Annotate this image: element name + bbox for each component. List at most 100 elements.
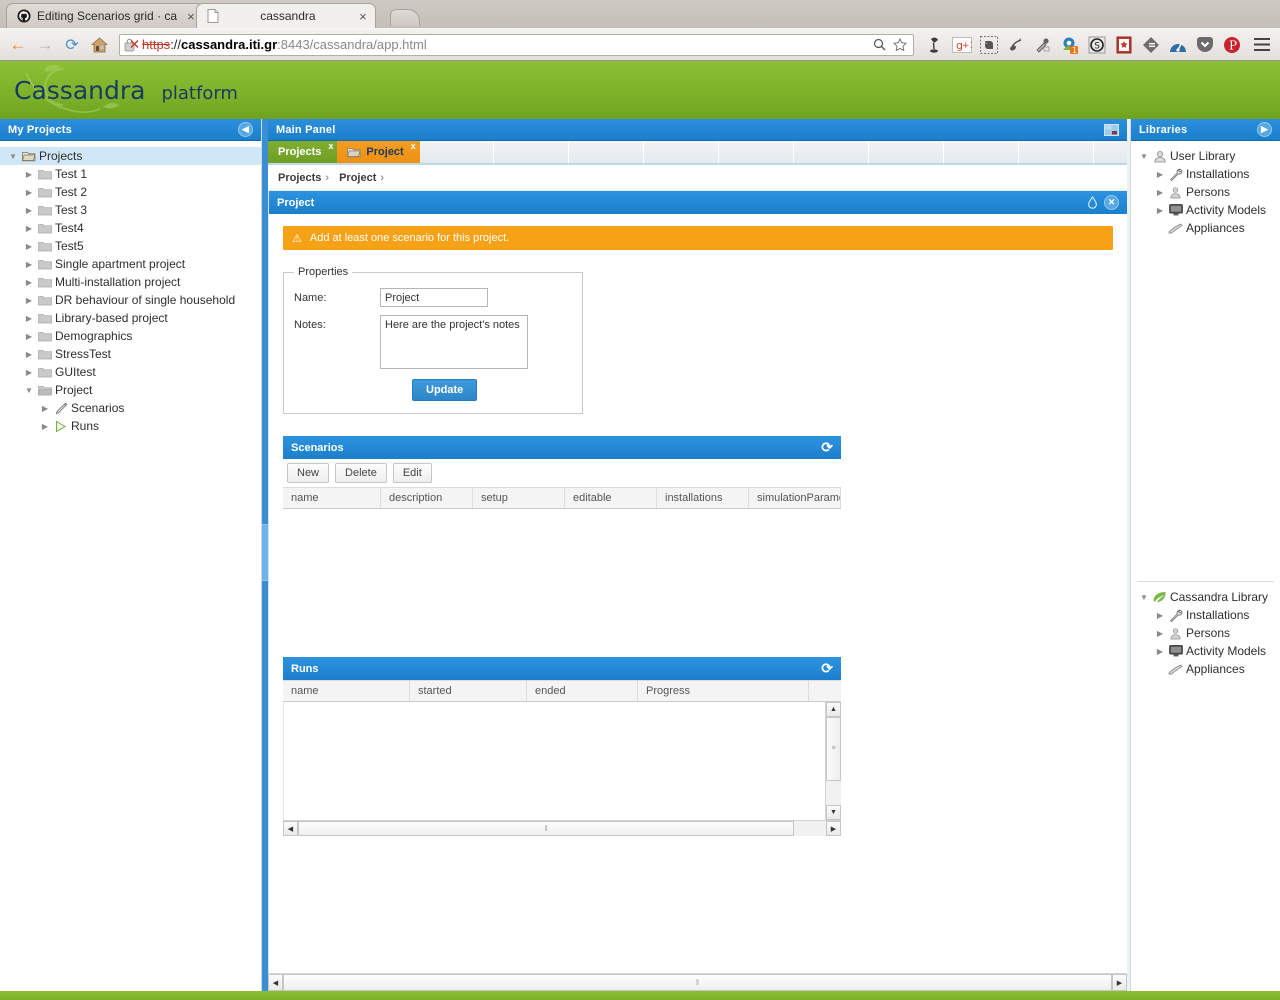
twisty-collapsed-icon[interactable]: ▶: [38, 404, 52, 413]
url-bar[interactable]: https://cassandra.iti.gr:8443/cassandra/…: [119, 34, 914, 56]
magnifier-icon[interactable]: [870, 36, 888, 54]
update-button[interactable]: Update: [412, 379, 477, 401]
column-header-description[interactable]: description: [381, 488, 473, 508]
tab-project[interactable]: Project x: [337, 141, 419, 163]
tree-item-persons[interactable]: ▶Persons: [1131, 183, 1280, 201]
scroll-down-button[interactable]: ▼: [826, 805, 841, 820]
google-plus-one-icon[interactable]: g+1: [949, 32, 975, 58]
twisty-expanded-icon[interactable]: ▼: [1137, 152, 1151, 161]
breadcrumb-project[interactable]: Project: [339, 172, 376, 184]
tree-item-installations[interactable]: ▶Installations: [1131, 606, 1280, 624]
twisty-collapsed-icon[interactable]: ▶: [1153, 611, 1167, 620]
tree-item-test-2[interactable]: ▶Test 2: [0, 183, 261, 201]
twisty-collapsed-icon[interactable]: ▶: [22, 260, 36, 269]
twisty-collapsed-icon[interactable]: ▶: [22, 188, 36, 197]
scroll-thumb-h[interactable]: ‖: [298, 821, 794, 836]
scroll-track-h[interactable]: ‖: [298, 821, 826, 836]
speedometer-icon[interactable]: [1165, 32, 1191, 58]
bug-icon[interactable]: [1003, 32, 1029, 58]
twisty-collapsed-icon[interactable]: ▶: [1153, 170, 1167, 179]
window-icon[interactable]: [1104, 124, 1119, 136]
tree-item-stresstest[interactable]: ▶StressTest: [0, 345, 261, 363]
scroll-left-button[interactable]: ◀: [283, 821, 298, 836]
browser-tab-editing-scenarios[interactable]: Editing Scenarios grid · ca ×: [6, 3, 204, 28]
blue-gear-icon[interactable]: 1: [1057, 32, 1083, 58]
main-panel-horizontal-scrollbar[interactable]: ◀ ‖ ▶: [268, 973, 1127, 991]
lamp-icon[interactable]: [922, 32, 948, 58]
scroll-thumb[interactable]: ≡: [826, 717, 841, 781]
forward-button[interactable]: →: [33, 33, 57, 57]
tree-item-test4[interactable]: ▶Test4: [0, 219, 261, 237]
twisty-collapsed-icon[interactable]: ▶: [22, 368, 36, 377]
twisty-collapsed-icon[interactable]: ▶: [22, 314, 36, 323]
url-text[interactable]: https://cassandra.iti.gr:8443/cassandra/…: [142, 37, 867, 52]
twisty-collapsed-icon[interactable]: ▶: [22, 224, 36, 233]
main-scroll-thumb[interactable]: ‖: [283, 974, 1112, 991]
tree-item-dr-behaviour-of-single-household[interactable]: ▶DR behaviour of single household: [0, 291, 261, 309]
refresh-icon[interactable]: ⟳: [821, 660, 833, 677]
refresh-icon[interactable]: ⟳: [821, 439, 833, 456]
tree-item-appliances[interactable]: Appliances: [1131, 219, 1280, 237]
feedly-icon[interactable]: [1138, 32, 1164, 58]
tree-item-user-library[interactable]: ▼User Library: [1131, 147, 1280, 165]
tree-item-activity-models[interactable]: ▶Activity Models: [1131, 642, 1280, 660]
column-header-setup[interactable]: setup: [473, 488, 565, 508]
column-header-name[interactable]: name: [283, 681, 410, 701]
tree-item-demographics[interactable]: ▶Demographics: [0, 327, 261, 345]
twisty-collapsed-icon[interactable]: ▶: [22, 278, 36, 287]
tree-item-cassandra-library[interactable]: ▼Cassandra Library: [1131, 588, 1280, 606]
twisty-collapsed-icon[interactable]: ▶: [1153, 629, 1167, 638]
twisty-collapsed-icon[interactable]: ▶: [22, 296, 36, 305]
tree-item-multi-installation-project[interactable]: ▶Multi-installation project: [0, 273, 261, 291]
twisty-collapsed-icon[interactable]: ▶: [22, 170, 36, 179]
tree-item-single-apartment-project[interactable]: ▶Single apartment project: [0, 255, 261, 273]
scroll-up-button[interactable]: ▲: [826, 702, 841, 717]
close-section-button[interactable]: ✕: [1104, 195, 1119, 210]
column-header-progress[interactable]: Progress: [638, 681, 809, 701]
column-header-simulationparame[interactable]: simulationParame: [749, 488, 841, 508]
twisty-collapsed-icon[interactable]: ▶: [22, 350, 36, 359]
twisty-expanded-icon[interactable]: ▼: [6, 152, 20, 161]
tree-item-project[interactable]: ▼Project: [0, 381, 261, 399]
tab-projects[interactable]: Projects x: [268, 141, 337, 163]
twisty-expanded-icon[interactable]: ▼: [22, 386, 36, 395]
tree-item-installations[interactable]: ▶Installations: [1131, 165, 1280, 183]
new-tab-button[interactable]: [390, 9, 420, 26]
tree-item-appliances[interactable]: Appliances: [1131, 660, 1280, 678]
column-header-installations[interactable]: installations: [657, 488, 749, 508]
notes-textarea[interactable]: [380, 315, 528, 369]
hamburger-menu-icon[interactable]: [1250, 33, 1274, 57]
main-scroll-right-button[interactable]: ▶: [1112, 974, 1127, 991]
name-input[interactable]: [380, 288, 488, 307]
breadcrumb-projects[interactable]: Projects: [278, 172, 321, 184]
twisty-expanded-icon[interactable]: ▼: [1137, 593, 1151, 602]
star-icon[interactable]: [891, 36, 909, 54]
runs-vertical-scrollbar[interactable]: ▲ ≡ ▼: [825, 702, 841, 820]
column-header-started[interactable]: started: [410, 681, 527, 701]
new-button[interactable]: New: [287, 463, 329, 483]
bookmark-star-icon[interactable]: [1111, 32, 1137, 58]
tree-item-activity-models[interactable]: ▶Activity Models: [1131, 201, 1280, 219]
tree-item-persons[interactable]: ▶Persons: [1131, 624, 1280, 642]
delete-button[interactable]: Delete: [335, 463, 387, 483]
tab-close-icon[interactable]: ×: [183, 10, 195, 23]
twisty-collapsed-icon[interactable]: ▶: [22, 242, 36, 251]
scroll-track[interactable]: ≡: [826, 717, 841, 805]
twisty-collapsed-icon[interactable]: ▶: [38, 422, 52, 431]
browser-tab-cassandra[interactable]: cassandra ×: [196, 3, 376, 28]
tree-item-library-based-project[interactable]: ▶Library-based project: [0, 309, 261, 327]
tree-item-test5[interactable]: ▶Test5: [0, 237, 261, 255]
tab-close-icon[interactable]: x: [411, 141, 416, 151]
twisty-collapsed-icon[interactable]: ▶: [22, 332, 36, 341]
tree-item-runs[interactable]: ▶Runs: [0, 417, 261, 435]
column-header-name[interactable]: name: [283, 488, 381, 508]
column-header-ended[interactable]: ended: [527, 681, 638, 701]
expand-right-panel-button[interactable]: ▶: [1257, 122, 1272, 137]
home-icon[interactable]: [87, 33, 111, 57]
tree-item-test-1[interactable]: ▶Test 1: [0, 165, 261, 183]
tree-item-test-3[interactable]: ▶Test 3: [0, 201, 261, 219]
twisty-collapsed-icon[interactable]: ▶: [1153, 206, 1167, 215]
scroll-right-button[interactable]: ▶: [826, 821, 841, 836]
pocket-icon[interactable]: [1192, 32, 1218, 58]
column-header-editable[interactable]: editable: [565, 488, 657, 508]
